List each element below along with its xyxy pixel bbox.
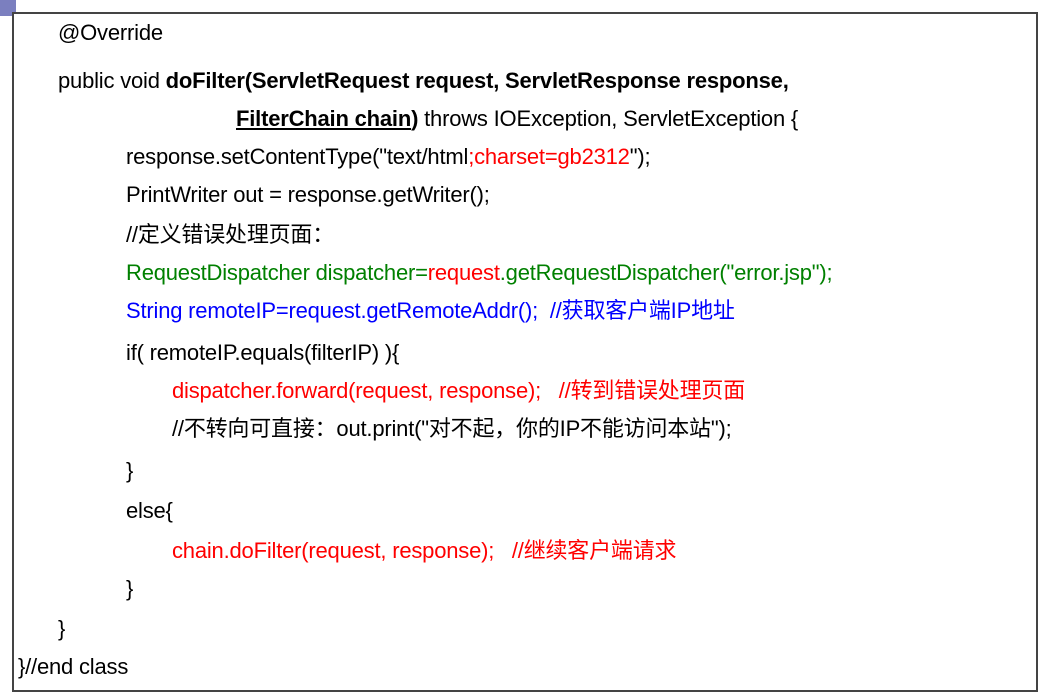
code-line-15-brace: } [126, 576, 134, 601]
code-line-4-a: response.setContentType("text/html [126, 144, 469, 169]
code-line-3-filterchain: FilterChain chain [236, 106, 412, 131]
code-line-16-brace: } [58, 616, 66, 641]
code-line-2-signature: doFilter(ServletRequest request, Servlet… [165, 68, 789, 93]
code-line-4-charset: ;charset=gb2312 [468, 144, 630, 169]
code-line-9: if( remoteIP.equals(filterIP) ){ [126, 340, 400, 365]
code-line-5: PrintWriter out = response.getWriter(); [126, 182, 490, 207]
code-line-10: dispatcher.forward(request, response); /… [172, 378, 745, 403]
code-line-17-end: }//end class [18, 654, 129, 679]
code-line-12-brace: } [126, 458, 134, 483]
code-line-13: else{ [126, 498, 173, 523]
code-line-7-c: .getRequestDispatcher("error.jsp"); [499, 260, 833, 285]
code-line-2-keywords: public void [58, 68, 166, 93]
code-line-4: response.setContentType("text/html;chars… [126, 142, 651, 172]
code-line-11-comment: //不转向可直接：out.print("对不起，你的IP不能访问本站"); [172, 416, 732, 441]
code-line-7-request: request [427, 260, 500, 285]
code-line-4-c: "); [629, 144, 651, 169]
code-line-3: FilterChain chain) throws IOException, S… [236, 104, 798, 134]
code-line-7-a: RequestDispatcher dispatcher= [126, 260, 428, 285]
code-line-14: chain.doFilter(request, response); //继续客… [172, 538, 677, 563]
code-line-3-throws: throws IOException, ServletException { [418, 106, 799, 131]
code-line-7: RequestDispatcher dispatcher=request.get… [126, 258, 833, 288]
slide: @Override public void doFilter(ServletRe… [0, 0, 1044, 698]
code-line-1: @Override [58, 20, 163, 45]
code-line-8: String remoteIP=request.getRemoteAddr();… [126, 298, 735, 323]
code-line-6-comment: //定义错误处理页面： [126, 222, 335, 247]
code-line-2: public void doFilter(ServletRequest requ… [58, 66, 789, 96]
